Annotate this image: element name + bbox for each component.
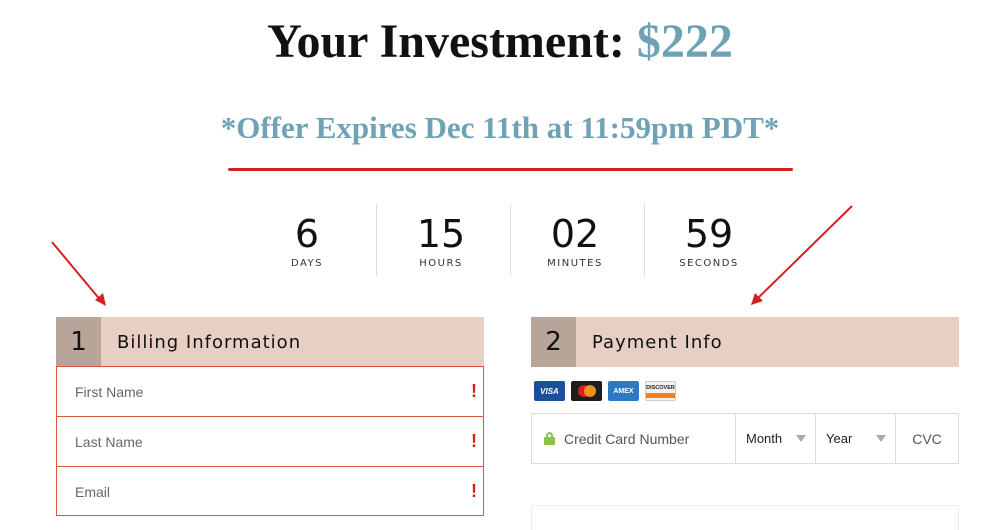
lock-icon <box>544 432 555 445</box>
countdown-minutes-label: MINUTES <box>547 258 603 269</box>
countdown-hours: 15 HOURS <box>374 204 508 276</box>
red-arrow-right <box>751 205 853 305</box>
countdown-hours-label: HOURS <box>419 258 463 269</box>
chevron-down-icon <box>796 435 806 442</box>
countdown-days: 6 DAYS <box>240 204 374 276</box>
investment-amount: $222 <box>636 15 733 68</box>
countdown-timer: 6 DAYS 15 HOURS 02 MINUTES 59 SECONDS <box>240 204 780 276</box>
first-name-required-icon: ! <box>471 381 477 401</box>
year-select-label: Year <box>826 431 853 446</box>
investment-headline: Your Investment: $222 <box>0 14 1000 69</box>
payment-section-header: 2 Payment Info <box>531 317 959 367</box>
mastercard-card-icon <box>571 381 602 401</box>
credit-card-number-placeholder: Credit Card Number <box>564 430 690 447</box>
email-required-icon: ! <box>471 481 477 501</box>
last-name-required-icon: ! <box>471 431 477 451</box>
amex-card-icon: AMEX <box>608 381 639 401</box>
chevron-down-icon <box>876 435 886 442</box>
offer-expiry-text: *Offer Expires Dec 11th at 11:59pm PDT* <box>220 110 780 145</box>
month-select-label: Month <box>746 431 783 446</box>
billing-form: ! ! ! <box>56 366 484 517</box>
countdown-hours-value: 15 <box>416 212 466 256</box>
countdown-days-label: DAYS <box>290 258 324 269</box>
billing-section-header: 1 Billing Information <box>56 317 484 367</box>
visa-card-icon: VISA <box>534 381 565 401</box>
last-name-input[interactable] <box>57 417 483 466</box>
offer-underline <box>228 168 793 171</box>
countdown-minutes: 02 MINUTES <box>508 204 642 276</box>
headline-prefix: Your Investment: <box>267 15 637 68</box>
discover-card-icon: DISCOVER <box>645 381 676 401</box>
email-input[interactable] <box>57 467 483 517</box>
payment-step-number: 2 <box>531 317 576 367</box>
cvc-placeholder: CVC <box>912 430 942 447</box>
last-name-row: ! <box>57 417 483 467</box>
payment-extra-panel <box>531 505 959 530</box>
expiry-month-select[interactable]: Month <box>736 414 816 463</box>
billing-step-number: 1 <box>56 317 101 367</box>
first-name-input[interactable] <box>57 367 483 416</box>
countdown-days-value: 6 <box>294 212 320 256</box>
countdown-minutes-value: 02 <box>550 212 600 256</box>
billing-section-title: Billing Information <box>117 331 302 353</box>
payment-card-row: Credit Card Number Month Year CVC <box>531 413 959 464</box>
accepted-cards: VISA AMEX DISCOVER <box>534 381 676 401</box>
expiry-year-select[interactable]: Year <box>816 414 896 463</box>
payment-section-title: Payment Info <box>592 331 723 353</box>
email-row: ! <box>57 467 483 517</box>
first-name-row: ! <box>57 367 483 417</box>
credit-card-number-field[interactable]: Credit Card Number <box>532 414 736 463</box>
cvc-field[interactable]: CVC <box>896 414 958 463</box>
red-arrow-left <box>51 241 106 306</box>
